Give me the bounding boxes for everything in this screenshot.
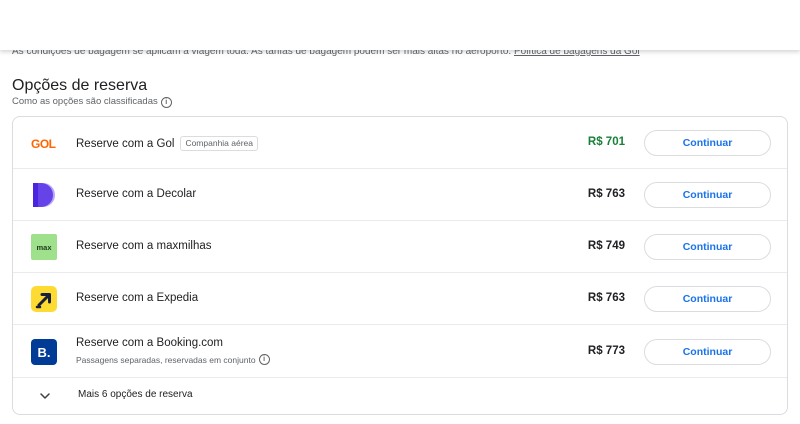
continue-button-decolar[interactable]: Continuar — [644, 182, 771, 208]
booking-option-booking: B. Reserve com a Booking.com Passagens s… — [13, 325, 787, 378]
booking-option-price: R$ 701 — [587, 136, 625, 148]
gol-logo-icon: GOL — [31, 130, 57, 156]
section-title: Opções de reserva — [12, 77, 148, 94]
maxmilhas-logo-text: max — [36, 243, 52, 252]
booking-option-gol: GOL Reserve com a Gol Companhia aérea R$… — [13, 117, 787, 169]
booking-option-label: Reserve com a Booking.com — [76, 337, 223, 349]
booking-option-label: Reserve com a maxmilhas — [76, 240, 211, 252]
maxmilhas-logo-icon: max — [31, 234, 57, 260]
continue-button-gol[interactable]: Continuar — [644, 130, 771, 156]
booking-option-label: Reserve com a Decolar — [76, 188, 196, 200]
expedia-logo-icon — [31, 286, 57, 312]
booking-option-note-text: Passagens separadas, reservadas em conju… — [76, 354, 256, 365]
booking-option-name: Reserve com a Decolar — [76, 188, 197, 200]
booking-option-name: Reserve com a Expedia — [76, 292, 199, 304]
booking-option-maxmilhas: max Reserve com a maxmilhas R$ 749 Conti… — [13, 221, 787, 273]
section-subtitle[interactable]: Como as opções são classificadas i — [12, 96, 172, 108]
info-icon[interactable]: i — [160, 96, 172, 108]
airline-badge: Companhia aérea — [180, 136, 259, 151]
more-options-label: Mais 6 opções de reserva — [78, 389, 193, 400]
ranking-explainer-text: Como as opções são classificadas — [12, 96, 158, 107]
booking-option-price: R$ 773 — [587, 345, 625, 357]
gol-logo-text: GOL — [31, 137, 56, 151]
booking-option-price: R$ 763 — [587, 292, 625, 304]
continue-button-booking[interactable]: Continuar — [644, 339, 771, 365]
booking-option-name: Reserve com a Booking.com — [76, 337, 224, 349]
booking-option-label: Reserve com a Gol Companhia aérea — [76, 136, 259, 151]
booking-option-name: Reserve com a maxmilhas — [76, 240, 212, 252]
booking-option-price: R$ 749 — [587, 240, 625, 252]
top-header-bar — [0, 0, 800, 50]
decolar-logo-icon — [31, 182, 57, 208]
continue-button-maxmilhas[interactable]: Continuar — [644, 234, 771, 260]
more-options-toggle[interactable]: Mais 6 opções de reserva — [13, 378, 787, 414]
chevron-down-icon — [40, 393, 50, 399]
booking-option-note: Passagens separadas, reservadas em conju… — [76, 354, 270, 365]
info-icon[interactable]: i — [258, 354, 270, 365]
booking-option-expedia: Reserve com a Expedia R$ 763 Continuar — [13, 273, 787, 325]
booking-option-price: R$ 763 — [587, 188, 625, 200]
booking-option-label: Reserve com a Expedia — [76, 292, 198, 304]
booking-logo-text: B. — [38, 345, 51, 360]
continue-button-expedia[interactable]: Continuar — [644, 286, 771, 312]
booking-option-decolar: Reserve com a Decolar R$ 763 Continuar — [13, 169, 787, 221]
booking-logo-icon: B. — [31, 339, 57, 365]
booking-option-name: Reserve com a Gol — [76, 137, 175, 150]
booking-options-list: GOL Reserve com a Gol Companhia aérea R$… — [12, 116, 788, 415]
